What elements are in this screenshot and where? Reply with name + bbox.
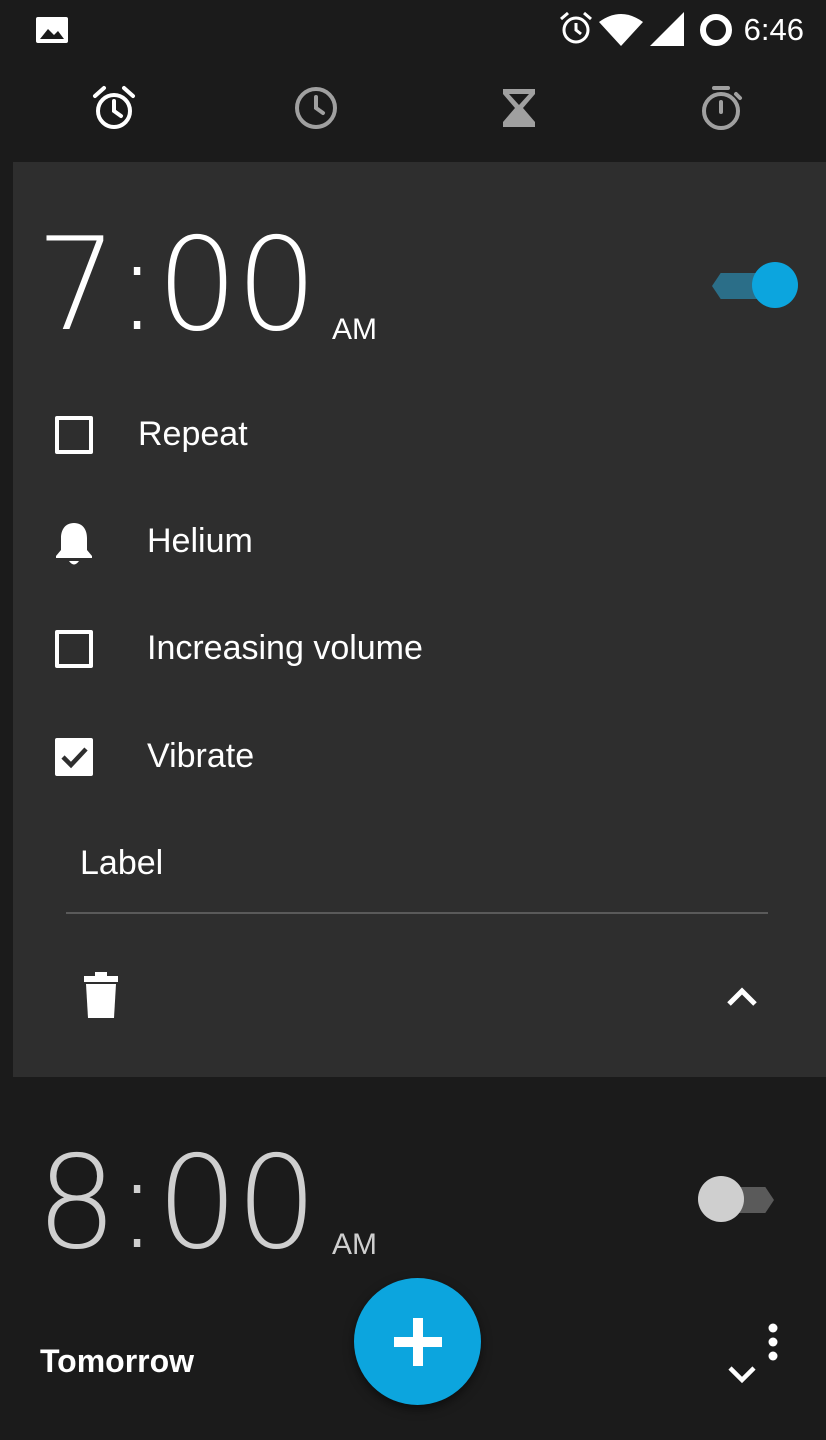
repeat-label: Repeat: [138, 415, 248, 453]
alarm-clock-icon: [93, 86, 135, 129]
check-icon: [61, 747, 88, 769]
status-time: 6:46: [743, 12, 804, 47]
alarm-time[interactable]: 7:00: [36, 222, 317, 350]
tab-clock[interactable]: [286, 78, 346, 138]
clock-icon: [295, 87, 337, 129]
gallery-icon: [36, 17, 68, 43]
alarm-toggle-off[interactable]: [698, 1176, 778, 1222]
status-bar: 6:46: [0, 0, 826, 60]
signal-icon: [650, 12, 684, 46]
alarm-icon: [560, 11, 592, 44]
vibrate-label: Vibrate: [147, 737, 255, 775]
alarm-toggle-on[interactable]: [710, 262, 798, 308]
plus-icon: [393, 1317, 442, 1366]
increasing-volume-row[interactable]: Increasing volume: [13, 612, 826, 686]
vibrate-checkbox[interactable]: [55, 738, 93, 776]
tab-bar: [0, 60, 826, 162]
tab-timer[interactable]: [489, 78, 549, 138]
trash-icon[interactable]: [84, 972, 118, 1018]
tab-stopwatch[interactable]: [691, 78, 751, 138]
hourglass-icon: [503, 89, 535, 127]
bell-icon: [56, 523, 92, 565]
ringtone-row[interactable]: Helium: [13, 505, 826, 579]
repeat-checkbox[interactable]: [55, 416, 93, 454]
stopwatch-icon: [702, 86, 742, 130]
wifi-icon: [599, 14, 643, 46]
label-divider: [66, 912, 768, 914]
alarm-ampm[interactable]: AM: [332, 1228, 377, 1262]
ringtone-name: Helium: [147, 522, 253, 560]
increasing-volume-checkbox[interactable]: [55, 630, 93, 668]
alarm-time[interactable]: 8:00: [36, 1140, 317, 1268]
battery-icon: [700, 14, 732, 46]
label-field[interactable]: Label: [80, 844, 163, 883]
alarm-ampm[interactable]: AM: [332, 313, 377, 347]
vibrate-row[interactable]: Vibrate: [13, 720, 826, 794]
toggle-thumb: [698, 1176, 744, 1222]
repeat-row[interactable]: Repeat: [13, 398, 826, 472]
increasing-volume-label: Increasing volume: [147, 629, 423, 667]
tab-alarm[interactable]: [84, 78, 144, 138]
alarm-day-text: Tomorrow: [40, 1343, 195, 1379]
more-vert-icon[interactable]: [764, 1322, 782, 1362]
chevron-up-icon[interactable]: [725, 984, 759, 1008]
chevron-down-icon[interactable]: [727, 1364, 757, 1386]
toggle-thumb: [752, 262, 798, 308]
add-alarm-button[interactable]: [354, 1278, 481, 1405]
